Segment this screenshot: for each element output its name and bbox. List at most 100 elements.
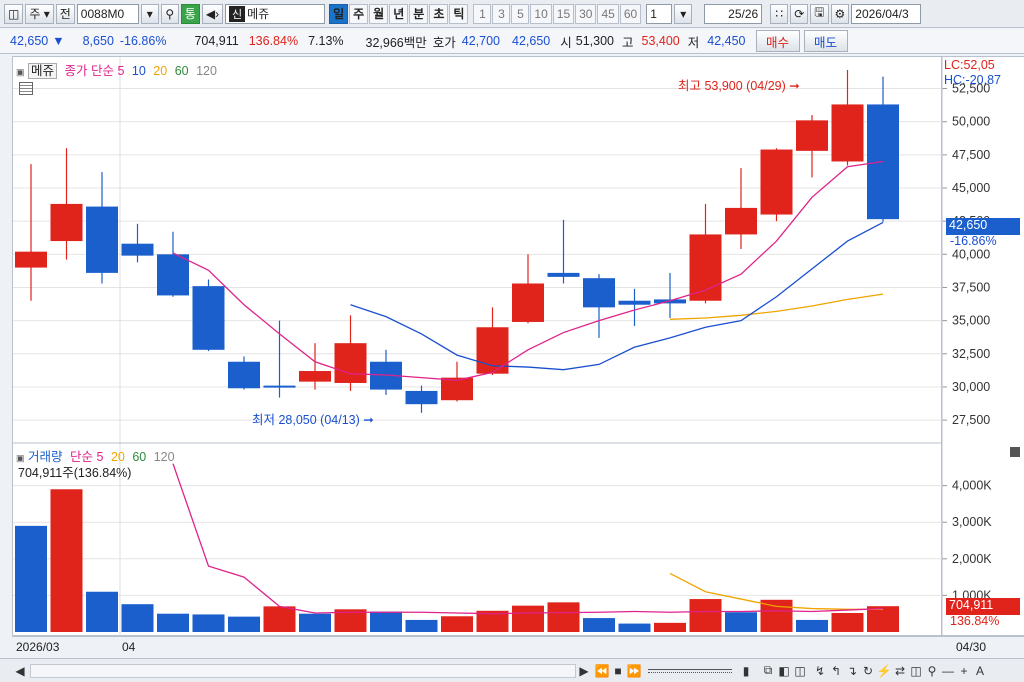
candle-body — [441, 377, 473, 401]
volume-tick-label: 2,000K — [952, 552, 992, 566]
candle-body — [299, 371, 331, 382]
zoom-out-icon[interactable]: — — [940, 662, 956, 680]
right-arrow-icon: ➞ — [789, 79, 800, 93]
candle-body — [796, 120, 828, 151]
current-volume-pct: 136.84% — [950, 614, 1000, 628]
candle-body — [157, 254, 189, 296]
candle-body — [760, 149, 793, 215]
scroll-right-icon[interactable]: ▶ — [576, 662, 592, 680]
vol-ma120-label: 120 — [153, 450, 175, 464]
candle-body — [831, 104, 864, 162]
rewind-icon[interactable]: ⏪ — [594, 662, 610, 680]
forward-icon[interactable]: ⏩ — [626, 662, 642, 680]
panel-collapse-icon[interactable] — [1010, 447, 1020, 457]
price-tick-label: 35,000 — [952, 314, 990, 328]
price-panel-title[interactable]: 메쥬 — [28, 63, 58, 79]
zoom-handle-icon[interactable]: ▮ — [738, 662, 754, 680]
horizontal-scrollbar[interactable] — [30, 663, 576, 678]
duplicate-icon[interactable]: ⧉ — [760, 662, 776, 680]
price-tick-label: 47,500 — [952, 148, 990, 162]
candle-body — [725, 207, 757, 235]
date-axis: 2026/03 04 04/30 — [12, 636, 1024, 658]
candle-body — [50, 203, 83, 242]
layout-icon[interactable]: ◧ — [776, 662, 792, 680]
volume-bar — [50, 489, 83, 632]
ma10-label: 10 — [131, 64, 146, 78]
table-toggle-icon[interactable] — [19, 82, 33, 95]
tool-f-icon[interactable]: ⇄ — [892, 662, 908, 680]
volume-bar — [618, 623, 651, 632]
candle-body — [86, 206, 118, 273]
font-size-icon[interactable]: A — [972, 662, 988, 680]
ma-legend-label: 종가 단순 — [64, 64, 114, 78]
ma120-label: 120 — [196, 64, 217, 78]
volume-bar — [405, 619, 438, 632]
ma10-line — [350, 221, 884, 371]
price-tick-label: 50,000 — [952, 115, 990, 129]
volume-bar — [654, 622, 686, 632]
volume-bar — [299, 613, 331, 632]
tool-b-icon[interactable]: ↰ — [828, 662, 844, 680]
price-tick-label: 45,000 — [952, 181, 990, 195]
price-tick-label: 37,500 — [952, 280, 990, 294]
tool-g-icon[interactable]: ◫ — [908, 662, 924, 680]
candle-body — [512, 283, 544, 322]
panel-menu-icon[interactable]: ▣ — [16, 67, 25, 77]
hc-label: HC:-20,87 — [944, 73, 1001, 87]
candle-body — [547, 272, 580, 277]
link-icon[interactable]: ◫ — [792, 662, 808, 680]
volume-bar — [725, 612, 757, 632]
tool-a-icon[interactable]: ↯ — [812, 662, 828, 680]
volume-bar — [867, 606, 899, 632]
volume-bar — [192, 614, 225, 632]
candle-body — [263, 385, 296, 388]
date-start: 2026/03 — [16, 640, 60, 654]
zoom-search-icon[interactable]: ⚲ — [924, 662, 940, 680]
volume-bar — [370, 611, 402, 632]
volume-bar — [15, 525, 47, 632]
candle-body — [121, 243, 154, 256]
scroll-left-icon[interactable]: ◀ — [12, 662, 28, 680]
volume-bar — [796, 619, 828, 632]
price-legend: ▣ 메쥬 종가 단순 5 10 20 60 120 — [16, 60, 217, 79]
bottom-bar: ◀ ▶ ⏪ ■ ⏩ ▮ ⧉ ◧ ◫ ↯ ↰ ↴ ↻ ⚡ ⇄ ◫ ⚲ — + A — [0, 658, 1024, 682]
date-month-mark: 04 — [122, 640, 136, 654]
candle-body — [405, 390, 438, 405]
candle-body — [334, 343, 367, 383]
current-pct-tag: -16.86% — [950, 234, 997, 248]
candle-body — [618, 300, 651, 305]
candle-body — [192, 286, 225, 350]
volume-info: 704,911주(136.84%) — [18, 466, 132, 480]
volume-bar — [157, 613, 189, 632]
volume-bar — [831, 612, 864, 632]
volume-bar — [441, 616, 473, 632]
date-end: 04/30 — [956, 640, 987, 654]
price-tick-label: 30,000 — [952, 380, 990, 394]
volume-bar — [121, 604, 154, 632]
volume-bar — [86, 591, 118, 632]
tool-d-icon[interactable]: ↻ — [860, 662, 876, 680]
volume-bar — [263, 606, 296, 632]
right-arrow-icon: ➞ — [363, 413, 374, 427]
volume-ma5-line — [172, 463, 884, 615]
volume-bar — [583, 618, 615, 632]
volume-bar — [512, 605, 544, 632]
vol-ma60-label: 60 — [132, 450, 147, 464]
volume-bar — [228, 616, 260, 632]
current-price-tag: 42,650 — [946, 218, 1020, 235]
zoom-slider[interactable] — [648, 668, 732, 673]
volume-tick-label: 3,000K — [952, 515, 992, 529]
candle-body — [583, 278, 615, 308]
lc-label: LC:52,05 — [944, 58, 995, 72]
price-tick-label: 27,500 — [952, 413, 990, 427]
current-volume-tag: 704,911 — [946, 598, 1020, 615]
zoom-in-icon[interactable]: + — [956, 662, 972, 680]
stop-icon[interactable]: ■ — [610, 662, 626, 680]
candlestick-chart[interactable]: 27,50030,00032,50035,00037,50040,00042,5… — [0, 0, 1024, 660]
tool-c-icon[interactable]: ↴ — [844, 662, 860, 680]
tool-e-icon[interactable]: ⚡ — [876, 662, 892, 680]
candle-body — [15, 251, 47, 268]
candle-body — [228, 361, 260, 389]
volume-bar — [689, 599, 722, 632]
high-annotation: 최고 53,900 (04/29) ➞ — [678, 79, 800, 93]
